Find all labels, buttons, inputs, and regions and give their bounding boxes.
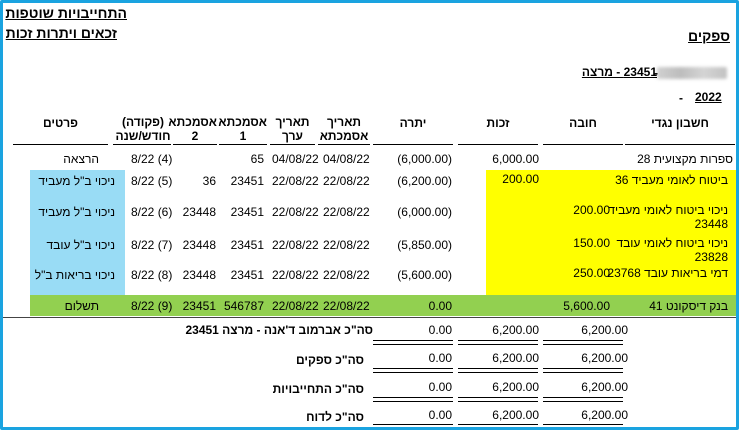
cell-details: ניכוי ב"ל עובד (46, 238, 115, 252)
total-debit: 6,200.00 (581, 408, 628, 422)
col-debit: חובה (569, 116, 597, 130)
supplier-label: 23451 - מרצה (581, 65, 657, 79)
total-debit: 6,200.00 (581, 380, 628, 394)
cell-details: ניכוי ב"ל מעביד (38, 174, 115, 188)
cell-ref2: 23448 (182, 205, 216, 219)
cell-balance: (5,600.00) (397, 268, 452, 282)
cell-doc-date: 22/08/22 (323, 268, 370, 282)
cell-credit: 6,000.00 (492, 152, 539, 166)
total-debit: 6,200.00 (581, 323, 628, 337)
report-subtitle: זכאים ויתרות זכות (5, 25, 117, 41)
cell-details: ניכוי בריאות ב"ל (34, 268, 115, 282)
cell-ref2: 23451 (182, 299, 216, 313)
cell-ref2: 36 (202, 174, 216, 188)
total-credit: 6,200.00 (492, 323, 539, 337)
col-balance: יתרה (399, 116, 427, 130)
cell-value-date: 22/08/22 (272, 299, 319, 313)
cell-doc-date: 22/08/22 (323, 174, 370, 188)
supplier-dash: - (654, 66, 658, 80)
cell-value-date: 04/08/22 (272, 152, 319, 166)
cell-ref1: 23451 (230, 238, 264, 252)
report-frame: התחייבויות שוטפות זכאים ויתרות זכות ספקי… (0, 0, 739, 430)
cell-ref1: 65 (250, 152, 264, 166)
cell-period: 8/22 (5) (131, 174, 173, 188)
cell-account: דמי בריאות עובד 23768 (607, 266, 728, 280)
total-debit: 6,200.00 (581, 351, 628, 365)
cell-doc-date: 04/08/22 (323, 152, 370, 166)
total-credit: 6,200.00 (492, 380, 539, 394)
total-balance: 0.00 (428, 408, 452, 422)
cell-ref1: 23451 (230, 268, 264, 282)
cell-ref2: 23448 (182, 238, 216, 252)
cell-doc-date: 22/08/22 (323, 205, 370, 219)
cell-period: 8/22 (6) (131, 205, 173, 219)
year-label: 2022 (695, 90, 722, 104)
col-period: (פקודה) חודש/שנה (115, 115, 171, 143)
total-balance: 0.00 (428, 323, 452, 337)
cell-debit: 150.00 (573, 236, 610, 250)
cell-ref1: 546787 (223, 299, 264, 313)
year-dash: - (679, 91, 683, 105)
cell-debit: 5,600.00 (563, 299, 610, 313)
cell-debit: 200.00 (573, 203, 610, 217)
cell-value-date: 22/08/22 (272, 238, 319, 252)
cell-details: ניכוי ב"ל מעביד (38, 205, 115, 219)
col-doc-date: תאריך אסמכתא (319, 115, 369, 143)
col-ref2: אסמכתא 2 (168, 115, 217, 143)
cell-period: 8/22 (7) (131, 238, 173, 252)
total-balance: 0.00 (428, 380, 452, 394)
report-title: התחייבויות שוטפות (5, 5, 127, 21)
col-account: חשבון נגדי (651, 116, 709, 130)
cell-ref1: 23451 (230, 205, 264, 219)
col-ref1: אסמכתא 1 (218, 115, 267, 143)
cell-balance: (6,000.00) (397, 205, 452, 219)
col-details: פרטים (42, 116, 78, 130)
total-credit: 6,200.00 (492, 351, 539, 365)
cell-balance: (6,000.00) (397, 152, 452, 166)
total-label: סה"כ לדוח (306, 410, 364, 424)
cell-details: תשלום (64, 299, 99, 313)
col-credit: זכות (486, 116, 510, 130)
cell-balance: (6,200.00) (397, 174, 452, 188)
section-title: ספקים (688, 28, 730, 44)
total-label: סה"כ התחייבויות (272, 382, 364, 396)
cell-balance: 0.00 (428, 299, 452, 313)
cell-balance: (5,850.00) (397, 238, 452, 252)
cell-value-date: 22/08/22 (272, 268, 319, 282)
cell-period: 8/22 (9) (131, 299, 173, 313)
redacted-name (657, 67, 727, 79)
cell-doc-date: 22/08/22 (323, 238, 370, 252)
total-credit: 6,200.00 (492, 408, 539, 422)
cell-period: 8/22 (8) (131, 268, 173, 282)
col-value-date: תאריך ערך (275, 115, 310, 143)
cell-ref1: 23451 (230, 174, 264, 188)
total-label: סה"כ ספקים (296, 353, 364, 367)
cell-account: ספרות מקצועית 28 (637, 152, 733, 166)
cell-account: ניכוי ביטוח לאומי עובד 23828 (616, 236, 728, 264)
total-label: סה"כ אברמוב ד'אנה - מרצה 23451 (185, 323, 373, 337)
total-balance: 0.00 (428, 351, 452, 365)
cell-account: ניכוי ביטוח לאומי מעביד 23448 (608, 203, 728, 231)
cell-debit: 250.00 (573, 266, 610, 280)
cell-value-date: 22/08/22 (272, 205, 319, 219)
cell-ref2: 23448 (182, 268, 216, 282)
cell-value-date: 22/08/22 (272, 174, 319, 188)
cell-account: ביטוח לאומי מעביד 36 (615, 173, 728, 187)
cell-period: 8/22 (4) (131, 152, 173, 166)
cell-doc-date: 22/08/22 (323, 299, 370, 313)
cell-details: הרצאה (63, 152, 99, 166)
cell-account: בנק דיסקונט 41 (649, 299, 728, 313)
cell-debit: 200.00 (502, 172, 539, 186)
